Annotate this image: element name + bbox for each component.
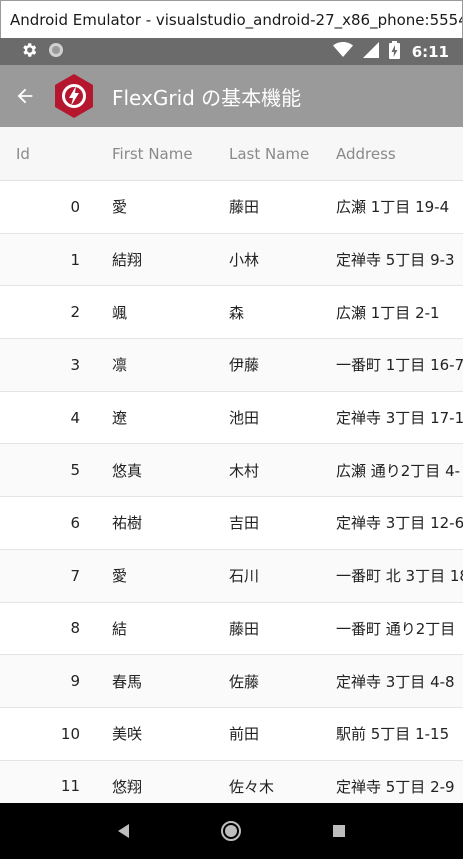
window-title: Android Emulator - visualstudio_android-…: [10, 10, 463, 29]
cell-last-name[interactable]: 小林: [209, 249, 316, 270]
table-row[interactable]: 0 愛藤田 広瀬 1丁目 19-4: [0, 181, 463, 234]
cell-id[interactable]: 7: [0, 567, 92, 585]
app-title: FlexGrid の基本機能: [112, 85, 302, 110]
table-row[interactable]: 8 結藤田 一番町 通り2丁目: [0, 603, 463, 656]
navigation-bar: [0, 803, 463, 859]
cell-id[interactable]: 0: [0, 198, 92, 216]
cell-address[interactable]: 一番町 1丁目 16-7: [316, 354, 463, 375]
column-header-id[interactable]: Id: [0, 145, 92, 163]
nav-recents-icon: [333, 825, 346, 837]
nav-recents-button[interactable]: [319, 811, 359, 851]
nav-home-icon: [221, 821, 242, 841]
table-row[interactable]: 1 結翔 小林 定禅寺 5丁目 9-3: [0, 233, 463, 287]
cell-last-name[interactable]: 前田: [209, 723, 316, 744]
column-header-first-name[interactable]: First Name: [92, 145, 209, 163]
cell-last-name[interactable]: 佐藤: [209, 671, 316, 692]
nav-back-button[interactable]: [104, 811, 144, 851]
circle-indicator-icon: [48, 42, 64, 62]
cell-first-name[interactable]: 春馬: [92, 671, 209, 692]
cell-first-name[interactable]: 結: [92, 618, 209, 639]
cell-first-name[interactable]: 愛: [92, 565, 209, 586]
window-title-bar: Android Emulator - visualstudio_android-…: [0, 0, 463, 38]
table-row[interactable]: 7 愛石川 一番町 北 3丁目 18: [0, 549, 463, 603]
cell-last-name[interactable]: 佐々木: [209, 776, 316, 797]
battery-charging-icon: [388, 40, 400, 63]
cell-first-name[interactable]: 凛: [92, 354, 209, 375]
cell-address[interactable]: 定禅寺 5丁目 9-3: [316, 249, 455, 270]
table-row[interactable]: 3 凛伊藤 一番町 1丁目 16-7: [0, 339, 463, 392]
cell-last-name[interactable]: 森: [209, 302, 316, 323]
cell-first-name[interactable]: 遼: [92, 407, 209, 428]
table-row[interactable]: 10 美咲 前田 駅前 5丁目 1-15: [0, 708, 463, 761]
column-header-address[interactable]: Address: [316, 145, 396, 163]
cell-address[interactable]: 定禅寺 3丁目 4-8: [316, 671, 455, 692]
cell-id[interactable]: 1: [0, 251, 92, 269]
status-time: 6:11: [411, 42, 449, 61]
cell-address[interactable]: 一番町 通り2丁目: [316, 618, 455, 639]
app-logo: [50, 65, 98, 127]
table-row[interactable]: 9 春馬 佐藤 定禅寺 3丁目 4-8: [0, 655, 463, 708]
cell-first-name[interactable]: 祐樹: [92, 512, 209, 533]
cell-last-name[interactable]: 石川: [209, 565, 316, 586]
cell-first-name[interactable]: 愛: [92, 196, 209, 217]
cell-id[interactable]: 8: [0, 619, 92, 637]
cell-last-name[interactable]: 伊藤: [209, 354, 316, 375]
cell-id[interactable]: 10: [0, 725, 92, 743]
cell-id[interactable]: 11: [0, 777, 92, 795]
cell-id[interactable]: 4: [0, 409, 92, 427]
table-row[interactable]: 5 悠真 木村 広瀬 通り2丁目 4-: [0, 444, 463, 498]
cell-last-name[interactable]: 木村: [209, 460, 316, 481]
cell-address[interactable]: 広瀬 通り2丁目 4-: [316, 460, 460, 481]
cell-id[interactable]: 3: [0, 356, 92, 374]
cell-signal-icon: [362, 41, 379, 62]
table-row[interactable]: 4 遼池田 定禅寺 3丁目 17-1: [0, 392, 463, 445]
status-bar: 6:11: [0, 38, 463, 65]
cell-address[interactable]: 定禅寺 5丁目 2-9: [316, 776, 455, 797]
table-row[interactable]: 2 颯森広瀬 1丁目 2-1: [0, 286, 463, 340]
table-row[interactable]: 6 祐樹 吉田 定禅寺 3丁目 12-6: [0, 497, 463, 550]
column-header-last-name[interactable]: Last Name: [209, 145, 316, 163]
nav-back-icon: [117, 824, 129, 838]
app-logo-icon: [55, 74, 93, 118]
table-row[interactable]: 11 悠翔 佐々木 定禅寺 5丁目 2-9: [0, 760, 463, 803]
app-bar: FlexGrid の基本機能: [0, 65, 463, 127]
back-button[interactable]: [0, 65, 50, 127]
cell-last-name[interactable]: 吉田: [209, 512, 316, 533]
settings-gear-icon: [20, 41, 38, 63]
cell-first-name[interactable]: 美咲: [92, 723, 209, 744]
cell-id[interactable]: 5: [0, 461, 92, 479]
cell-address[interactable]: 広瀬 1丁目 19-4: [316, 196, 449, 217]
cell-id[interactable]: 9: [0, 672, 92, 690]
grid-header: Id First Name Last Name Address: [0, 127, 463, 181]
cell-address[interactable]: 駅前 5丁目 1-15: [316, 723, 449, 744]
cell-first-name[interactable]: 結翔: [92, 249, 209, 270]
grid-body: 0 愛藤田 広瀬 1丁目 19-4 1 結翔 小林 定禅寺 5丁目 9-3 2 颯森広瀬 1丁目…: [0, 181, 463, 803]
nav-home-button[interactable]: [211, 811, 251, 851]
wifi-icon: [332, 41, 353, 62]
cell-last-name[interactable]: 藤田: [209, 196, 316, 217]
cell-id[interactable]: 2: [0, 303, 92, 321]
cell-id[interactable]: 6: [0, 514, 92, 532]
cell-first-name[interactable]: 颯: [92, 302, 209, 323]
cell-first-name[interactable]: 悠真: [92, 460, 209, 481]
cell-address[interactable]: 定禅寺 3丁目 12-6: [316, 512, 463, 533]
cell-address[interactable]: 広瀬 1丁目 2-1: [316, 302, 440, 323]
cell-last-name[interactable]: 池田: [209, 407, 316, 428]
cell-last-name[interactable]: 藤田: [209, 618, 316, 639]
cell-first-name[interactable]: 悠翔: [92, 776, 209, 797]
back-arrow-icon: [17, 88, 33, 104]
cell-address[interactable]: 定禅寺 3丁目 17-1: [316, 407, 463, 428]
flex-grid[interactable]: Id First Name Last Name Address 0 愛藤田 広瀬 1…: [0, 127, 463, 803]
cell-address[interactable]: 一番町 北 3丁目 18: [316, 565, 463, 586]
